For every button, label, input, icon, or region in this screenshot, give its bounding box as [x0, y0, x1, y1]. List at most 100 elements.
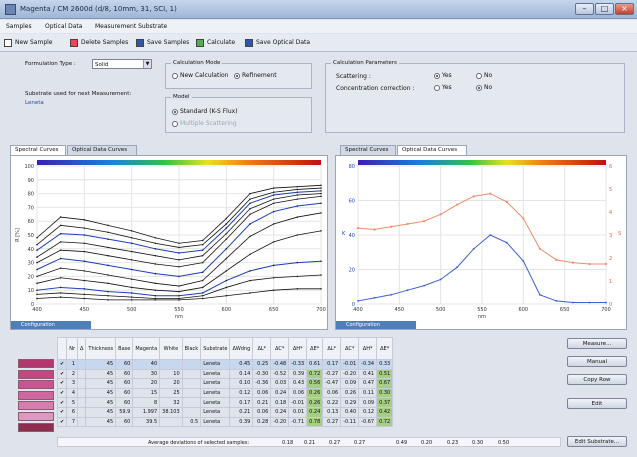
column-header[interactable]: ΔE* [306, 337, 324, 360]
tab-spectral-curves-left[interactable]: Spectral Curves [10, 145, 66, 155]
radio-standard-model[interactable]: Standard (K-S Flux) [172, 108, 238, 115]
column-header[interactable] [56, 337, 68, 360]
tab-spectral-curves-right[interactable]: Spectral Curves [340, 145, 396, 155]
manual-button[interactable]: Manual [567, 356, 627, 367]
tab-optical-data-curves-left[interactable]: Optical Data Curves [67, 145, 137, 155]
maximize-button[interactable]: □ [595, 3, 614, 15]
row-check-icon[interactable]: ✔ [56, 397, 68, 408]
table-row[interactable]: ✔ 7 45 60 39.5 0.5 Leneta 0.39 0.28 -0.20 -0.71 0.7… [56, 416, 394, 428]
concentration-no-radio[interactable]: No [476, 84, 492, 91]
table-cell: 45 [85, 387, 117, 399]
menu-measurement-substrate[interactable]: Measurement Substrate [95, 23, 167, 30]
data-point [272, 198, 275, 200]
column-header[interactable]: ΔL* [252, 337, 272, 360]
table-row[interactable]: ✔ 3 45 60 20 20 Leneta 0.10 -0.36 0.03 0.43 0.56 -0.… [56, 378, 394, 389]
substrate-link[interactable]: Leneta [25, 100, 44, 106]
table-cell: -0.34 [358, 359, 378, 370]
tab-optical-data-curves-right[interactable]: Optical Data Curves [397, 145, 467, 155]
y-tick-label: 20 [28, 274, 34, 280]
table-cell: 39.5 [132, 416, 161, 428]
table-cell: 1 [66, 359, 78, 370]
close-button[interactable]: × [615, 3, 634, 15]
table-row[interactable]: ✔ 1 45 60 40 Leneta 0.45 0.25 -0.48 -0.33 0.61 0.17… [56, 359, 394, 370]
column-header[interactable]: Substrate [200, 337, 231, 360]
data-point [296, 191, 299, 194]
column-header[interactable]: ΔC* [270, 337, 290, 360]
table-cell: 0.24 [306, 406, 324, 418]
new-sample-button[interactable]: New Sample [4, 37, 53, 49]
edit-button[interactable]: Edit [567, 398, 627, 409]
column-header[interactable]: ΔH* [288, 337, 308, 360]
average-deviation-label: Average deviations of selected samples: [148, 440, 250, 446]
column-header[interactable]: Δ [76, 337, 87, 360]
data-point [296, 261, 299, 264]
color-swatch [18, 401, 54, 411]
column-header[interactable]: ΔL* [322, 337, 342, 360]
data-point [296, 275, 299, 278]
column-header[interactable]: Nr [66, 337, 78, 360]
edit-substrate-button[interactable]: Edit Substrate... [567, 436, 627, 447]
measure-button[interactable]: Measure... [567, 338, 627, 349]
copy-row-button[interactable]: Copy Row [567, 374, 627, 385]
table-row[interactable]: ✔ 6 45 59.9 1.997 38.103 Leneta 0.21 0.06 0.24 0.0… [56, 406, 394, 418]
table-cell [181, 387, 202, 399]
concentration-yes-radio[interactable]: Yes [434, 84, 452, 91]
data-point [320, 274, 322, 276]
column-header[interactable]: ΔC* [340, 337, 360, 360]
row-check-icon[interactable]: ✔ [56, 387, 68, 399]
table-row[interactable]: ✔ 4 45 60 15 25 Leneta 0.12 0.06 0.24 0.06 0.26 0.06… [56, 387, 394, 399]
column-header[interactable]: Base [115, 337, 134, 360]
row-check-icon[interactable]: ✔ [56, 378, 68, 389]
table-cell: -0.20 [270, 416, 290, 428]
color-swatch [18, 390, 54, 400]
table-cell: 1.997 [132, 406, 161, 418]
save-optical-data-button[interactable]: Save Optical Data [245, 37, 310, 49]
column-header[interactable]: ΔH* [358, 337, 378, 360]
configuration-bar-right[interactable]: Configuration [336, 321, 416, 329]
calculation-parameters-title: Calculation Parameters [331, 60, 399, 66]
table-cell: 0.29 [340, 397, 360, 408]
x-axis-label: nm [478, 314, 486, 320]
minimize-button[interactable]: – [575, 3, 594, 15]
table-cell: -0.67 [358, 416, 378, 428]
radio-refinement[interactable]: Refinement [234, 72, 277, 79]
scattering-yes-radio[interactable]: Yes [434, 72, 452, 79]
menu-samples[interactable]: Samples [6, 23, 32, 30]
radio-new-calculation[interactable]: New Calculation [172, 72, 228, 79]
data-point [296, 198, 299, 200]
row-check-icon[interactable]: ✔ [56, 406, 68, 418]
data-point [296, 185, 299, 188]
configuration-bar-left[interactable]: Configuration [11, 321, 91, 329]
data-point [107, 299, 109, 301]
x-tick-label: 400 [32, 307, 42, 313]
s-data-point [472, 195, 475, 198]
row-check-icon[interactable]: ✔ [56, 416, 68, 428]
formulation-type-select[interactable]: Solid ▼ [92, 59, 152, 69]
data-point [154, 299, 157, 301]
column-header[interactable]: Thickness [85, 337, 117, 360]
row-check-icon[interactable]: ✔ [56, 368, 68, 380]
save-samples-button[interactable]: Save Samples [136, 37, 189, 49]
row-check-icon[interactable]: ✔ [56, 359, 68, 370]
column-header[interactable]: ΔE* [376, 337, 394, 360]
calculate-button[interactable]: Calculate [196, 37, 235, 49]
delete-samples-button[interactable]: Delete Samples [70, 37, 128, 49]
scattering-no-radio[interactable]: No [476, 72, 492, 79]
data-point [59, 257, 62, 260]
column-header[interactable]: White [159, 337, 183, 360]
column-header[interactable]: ΔWdng [229, 337, 254, 360]
column-header[interactable]: Black [181, 337, 202, 360]
data-point [272, 223, 275, 225]
menu-optical-data[interactable]: Optical Data [45, 23, 82, 30]
data-point [320, 202, 322, 205]
y-tick-label: 90 [28, 178, 34, 184]
table-row[interactable]: ✔ 5 45 60 8 32 Leneta 0.17 0.21 0.18 -0.01 0.26 0.22… [56, 397, 394, 408]
table-row[interactable]: ✔ 2 45 60 30 10 Leneta 0.14 -0.30 -0.52 0.39 0.72 -0… [56, 368, 394, 380]
table-cell: 0.24 [270, 387, 290, 399]
data-point [107, 238, 109, 240]
table-cell: 10 [159, 368, 183, 380]
k-data-point [555, 300, 558, 302]
average-value: 0.50 [498, 440, 510, 446]
column-header[interactable]: Magenta [132, 337, 161, 360]
table-cell: 0.21 [229, 406, 254, 418]
